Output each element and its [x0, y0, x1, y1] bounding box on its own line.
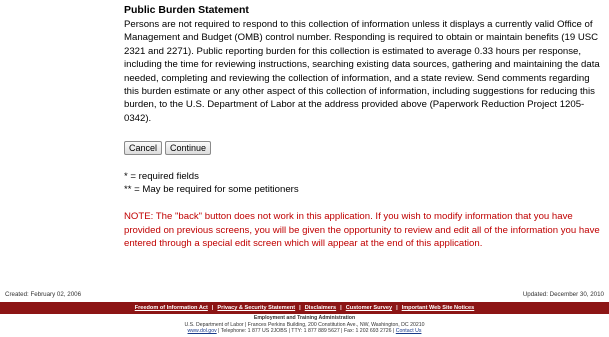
disclaimers-link[interactable]: Disclaimers — [305, 305, 336, 311]
footer-info: Employment and Training Administration U… — [0, 315, 609, 335]
footer-separator: | — [396, 305, 398, 311]
agency-name: Employment and Training Administration — [253, 315, 356, 321]
contact-numbers: | Telephone: 1 877 US 2JOBS | TTY: 1 877… — [216, 328, 396, 335]
field-legend: * = required fields ** = May be required… — [124, 170, 602, 196]
footer-links-bar: Freedom of Information Act | Privacy & S… — [0, 302, 609, 314]
required-fields-legend: * = required fields — [124, 171, 199, 183]
burden-statement-text: Persons are not required to respond to t… — [124, 19, 600, 124]
main-content: Public Burden Statement Persons are not … — [124, 4, 602, 251]
contact-us-link[interactable]: Contact Us — [396, 328, 422, 334]
footer-separator: | — [211, 305, 214, 311]
burden-statement-title: Public Burden Statement — [124, 4, 249, 16]
customer-survey-link[interactable]: Customer Survey — [346, 305, 392, 311]
footer-separator: | — [340, 305, 342, 311]
contact-line: www.dol.gov | Telephone: 1 877 US 2JOBS … — [0, 328, 609, 335]
back-button-note: NOTE: The "back" button does not work in… — [124, 211, 600, 250]
form-buttons: Cancel Continue — [124, 141, 602, 156]
cancel-button[interactable]: Cancel — [124, 141, 163, 156]
footer-separator: | — [299, 305, 301, 311]
privacy-link[interactable]: Privacy & Security Statement — [217, 305, 295, 311]
agency-address: U.S. Department of Labor | Frances Perki… — [184, 321, 425, 328]
updated-date: Updated: December 30, 2010 — [522, 291, 604, 298]
web-site-notices-link[interactable]: Important Web Site Notices — [402, 305, 475, 311]
may-be-required-legend: ** = May be required for some petitioner… — [124, 184, 299, 196]
created-date: Created: February 02, 2006 — [5, 291, 82, 298]
dol-website-link[interactable]: www.dol.gov — [188, 328, 217, 334]
foia-link[interactable]: Freedom of Information Act — [135, 305, 208, 311]
continue-button[interactable]: Continue — [165, 141, 212, 156]
